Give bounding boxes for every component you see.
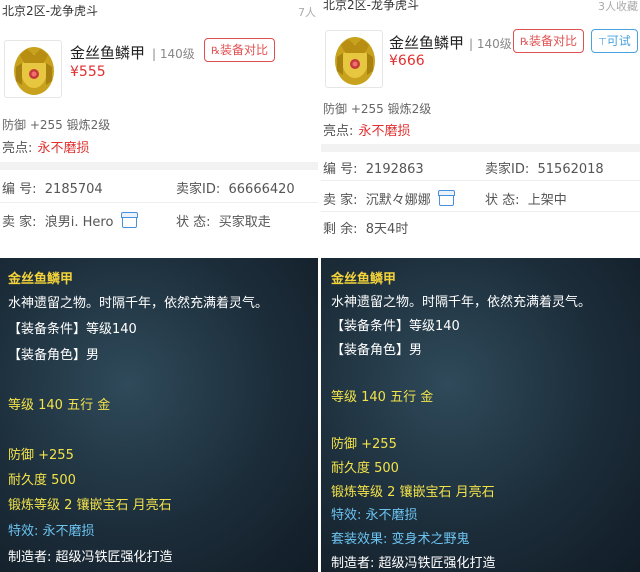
item-level: | 140级 <box>469 37 512 51</box>
tooltip-grade: 等级 140 五行 金 <box>8 398 111 413</box>
id-row: 编 号: 2192863 <box>323 158 424 177</box>
seller-id-row: 卖家ID: 66666420 <box>176 178 295 197</box>
row-divider <box>321 211 640 212</box>
item-attributes: 防御 +255 锻炼2级 <box>323 102 432 116</box>
item-level: | 140级 <box>152 47 195 61</box>
try-on-button[interactable]: ⊤可试 <box>591 29 638 53</box>
compare-icon: ℞ <box>520 37 529 48</box>
seller-id-value: 51562018 <box>537 162 604 177</box>
tooltip-special: 特效: 永不磨损 <box>8 524 95 539</box>
status-row: 状 态: 买家取走 <box>176 211 271 230</box>
seller-row: 卖 家: 浪男i. Hero <box>2 211 138 230</box>
tooltip-desc: 水神遗留之物。时隔千年，依然充满着灵气。 <box>331 295 592 310</box>
remaining-time-row: 剩 余: 8天4时 <box>323 218 408 237</box>
row-divider <box>321 180 640 181</box>
seller-value[interactable]: 沉默々娜娜 <box>366 193 431 208</box>
armor-item-icon[interactable] <box>4 40 62 98</box>
row-divider <box>0 202 318 203</box>
highlight-value: 永不磨损 <box>37 141 90 156</box>
watch-count: 3人收藏 <box>598 0 638 13</box>
price: ¥555 <box>70 64 106 80</box>
seller-row: 卖 家: 沉默々娜娜 <box>323 189 455 208</box>
compare-button[interactable]: ℞装备对比 <box>204 38 275 62</box>
highlight-label: 亮点: <box>323 124 354 139</box>
tooltip-durability: 耐久度 500 <box>8 473 76 488</box>
highlight-label: 亮点: <box>2 141 33 156</box>
id-label: 编 号: <box>2 182 37 197</box>
remaining-label: 剩 余: <box>323 222 358 237</box>
seller-id-label: 卖家ID: <box>485 162 530 177</box>
id-value: 2185704 <box>44 182 103 197</box>
seller-value[interactable]: 浪男i. Hero <box>45 215 114 230</box>
section-separator <box>0 162 318 170</box>
tooltip-req-role: 【装备角色】男 <box>331 343 423 358</box>
id-value: 2192863 <box>365 162 424 177</box>
price: ¥666 <box>389 53 425 69</box>
right-listing-panel: 北京2区-龙争虎斗 3人收藏 金丝鱼鳞甲 | 140级 ℞装备对比 ⊤可试 ¥6… <box>318 0 640 572</box>
tooltip-forge: 锻炼等级 2 镶嵌宝石 月亮石 <box>331 485 495 500</box>
tooltip-req-role: 【装备角色】男 <box>8 348 100 363</box>
seller-id-label: 卖家ID: <box>176 182 221 197</box>
item-level-text: 140级 <box>159 47 195 61</box>
tooltip-desc: 水神遗留之物。时隔千年，依然充满着灵气。 <box>8 296 269 311</box>
seller-id-row: 卖家ID: 51562018 <box>485 158 604 177</box>
tooltip-durability: 耐久度 500 <box>331 461 399 476</box>
tooltip-req-level: 【装备条件】等级140 <box>331 319 460 334</box>
status-value: 买家取走 <box>218 215 271 230</box>
armor-item-icon[interactable] <box>325 30 383 88</box>
shirt-icon: ⊤ <box>598 37 607 48</box>
tooltip-grade: 等级 140 五行 金 <box>331 390 434 405</box>
seller-label: 卖 家: <box>2 215 37 230</box>
status-row: 状 态: 上架中 <box>485 189 567 208</box>
tooltip-defense: 防御 +255 <box>8 448 74 463</box>
tooltip-special: 特效: 永不磨损 <box>331 508 418 523</box>
tooltip-set-effect: 套装效果: 变身术之野鬼 <box>331 532 470 547</box>
tooltip-title: 金丝鱼鳞甲 <box>331 272 397 287</box>
seller-id-value: 66666420 <box>228 182 295 197</box>
item-tooltip: 金丝鱼鳞甲 水神遗留之物。时隔千年，依然充满着灵气。 【装备条件】等级140 【… <box>0 258 318 572</box>
tooltip-req-level: 【装备条件】等级140 <box>8 322 137 337</box>
compare-button-label: 装备对比 <box>528 34 577 48</box>
tooltip-maker: 制造者: 超级冯铁匠强化打造 <box>331 556 496 571</box>
item-name[interactable]: 金丝鱼鳞甲 <box>70 42 145 63</box>
status-label: 状 态: <box>176 215 211 230</box>
highlight-value: 永不磨损 <box>358 124 411 139</box>
compare-button[interactable]: ℞装备对比 <box>513 29 584 53</box>
item-level-text: 140级 <box>476 37 512 51</box>
try-on-label: 可试 <box>606 34 631 48</box>
shop-icon[interactable] <box>120 212 138 228</box>
server-name: 北京2区-龙争虎斗 <box>323 0 419 12</box>
remaining-value: 8天4时 <box>365 222 409 237</box>
item-tooltip: 金丝鱼鳞甲 水神遗留之物。时隔千年，依然充满着灵气。 【装备条件】等级140 【… <box>321 258 640 572</box>
status-label: 状 态: <box>485 193 520 208</box>
tooltip-forge: 锻炼等级 2 镶嵌宝石 月亮石 <box>8 498 172 513</box>
left-listing-panel: 北京2区-龙争虎斗 7人 金丝鱼鳞甲 | 140级 ℞装备对比 ¥555 防御 … <box>0 0 318 572</box>
item-name[interactable]: 金丝鱼鳞甲 <box>389 32 464 53</box>
server-name: 北京2区-龙争虎斗 <box>2 4 98 18</box>
seller-label: 卖 家: <box>323 193 358 208</box>
status-value: 上架中 <box>527 193 567 208</box>
id-label: 编 号: <box>323 162 358 177</box>
compare-button-label: 装备对比 <box>219 43 268 57</box>
tooltip-maker: 制造者: 超级冯铁匠强化打造 <box>8 550 173 565</box>
highlight-row: 亮点: 永不磨损 <box>2 137 90 156</box>
compare-icon: ℞ <box>211 46 220 57</box>
watch-count: 7人 <box>298 6 316 19</box>
item-attributes: 防御 +255 锻炼2级 <box>2 118 111 132</box>
tooltip-defense: 防御 +255 <box>331 437 397 452</box>
id-row: 编 号: 2185704 <box>2 178 103 197</box>
shop-icon[interactable] <box>437 190 455 206</box>
section-separator <box>321 144 640 152</box>
tooltip-title: 金丝鱼鳞甲 <box>8 272 74 287</box>
highlight-row: 亮点: 永不磨损 <box>323 120 411 139</box>
